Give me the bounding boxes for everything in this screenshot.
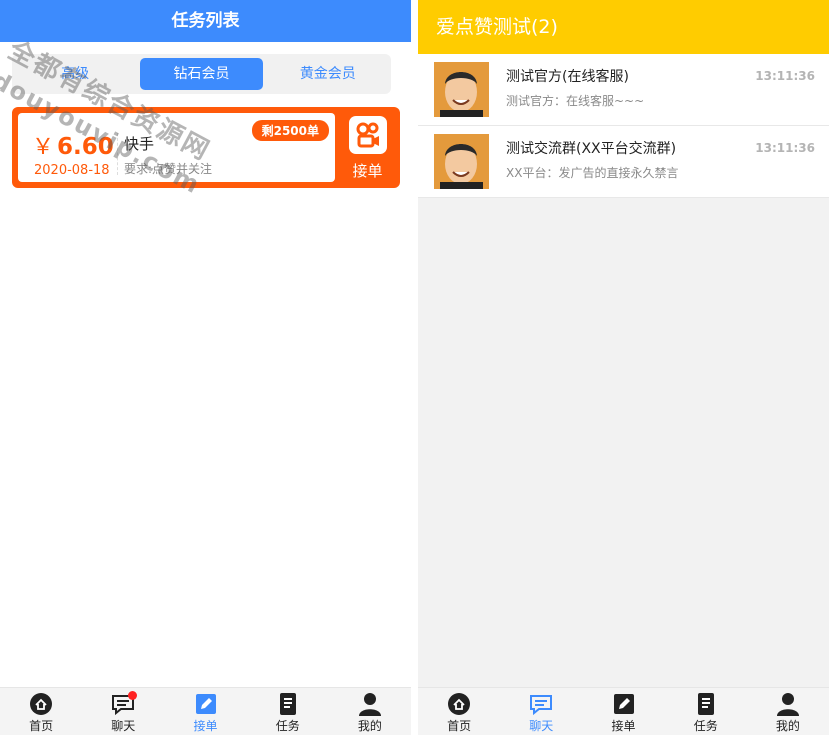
bottom-tab-bar: 首页 聊天 接单 任务 我的 [0,687,411,735]
kuaishou-icon [348,116,387,154]
price-value: 6.60 [57,134,114,160]
user-icon [358,693,381,716]
chat-icon [530,695,553,716]
bottom-tab-bar: 首页 聊天 接单 任务 我的 [418,687,829,735]
chat-item[interactable]: 测试交流群(XX平台交流群) XX平台：发广告的直接永久禁言 13:11:36 [418,126,829,198]
home-icon [30,693,53,715]
task-requirement: 要求:点赞并关注 [124,162,213,176]
tabbar-item-tasks[interactable]: 任务 [665,688,747,735]
tabbar-item-chat[interactable]: 聊天 [500,688,582,735]
edit-icon [613,694,634,714]
avatar [434,134,489,189]
tab-diamond-member[interactable]: 钻石会员 [140,58,263,90]
page-title: 任务列表 [0,0,411,42]
chat-time: 13:11:36 [755,69,815,83]
document-icon [279,693,296,715]
task-info: ￥ 6.60 2020-08-18 快手 要求:点赞并关注 剩2500单 [18,113,335,182]
currency-symbol: ￥ [32,135,55,160]
document-icon [697,693,714,715]
chat-name: 测试交流群(XX平台交流群) [506,141,677,157]
tabbar-item-mine[interactable]: 我的 [329,688,411,735]
tabbar-label-home: 首页 [447,719,472,733]
tabbar-label-tasks: 任务 [275,719,300,733]
edit-icon [195,694,216,714]
user-icon [776,693,799,716]
tabbar-item-chat[interactable]: 聊天 [82,688,164,735]
chat-last-message: 测试官方：在线客服~~~ [506,94,645,108]
tabbar-item-home[interactable]: 首页 [418,688,500,735]
tabbar-label-chat: 聊天 [111,719,136,733]
tabbar-item-tasks[interactable]: 任务 [247,688,329,735]
tabbar-label-mine: 我的 [357,719,382,733]
tabbar-item-home[interactable]: 首页 [0,688,82,735]
tabbar-label-take-order: 接单 [611,719,636,733]
task-platform: 快手 [124,135,155,153]
tab-gold-member[interactable]: 黄金会员 [267,58,389,90]
chat-time: 13:11:36 [755,141,815,155]
unread-dot [128,691,138,700]
avatar [434,62,489,117]
tabbar-label-home: 首页 [29,719,54,733]
tabbar-item-take-order[interactable]: 接单 [164,688,246,735]
task-list-screen: 任务列表 高级 钻石会员 黄金会员 ￥ 6.60 2020-08-18 快手 要求… [0,0,411,735]
tabbar-label-take-order: 接单 [193,719,218,733]
chat-name: 测试官方(在线客服) [506,69,629,85]
take-order-button[interactable]: 接单 [341,113,394,182]
task-price: ￥ 6.60 [32,129,114,161]
remaining-badge: 剩2500单 [251,120,329,141]
chat-list-screen: 爱点赞测试(2) 测试官方(在线客服) 测试官方：在线客服~~~ 13:11:3… [418,0,829,735]
home-icon [448,693,471,715]
task-card[interactable]: ￥ 6.60 2020-08-18 快手 要求:点赞并关注 剩2500单 接单 [12,107,400,188]
tabbar-label-mine: 我的 [775,719,800,733]
chat-list: 测试官方(在线客服) 测试官方：在线客服~~~ 13:11:36 测试交流群(X… [418,54,829,198]
app-stage: 任务列表 高级 钻石会员 黄金会员 ￥ 6.60 2020-08-18 快手 要求… [0,0,829,735]
tabbar-item-take-order[interactable]: 接单 [582,688,664,735]
chat-page-title: 爱点赞测试(2) [418,0,829,54]
divider [117,133,118,175]
tabbar-label-tasks: 任务 [693,719,718,733]
tabbar-item-mine[interactable]: 我的 [747,688,829,735]
take-order-label: 接单 [352,162,383,180]
chat-last-message: XX平台：发广告的直接永久禁言 [506,166,679,180]
chat-item[interactable]: 测试官方(在线客服) 测试官方：在线客服~~~ 13:11:36 [418,54,829,126]
tab-advanced[interactable]: 高级 [14,58,136,90]
tabbar-label-chat: 聊天 [529,719,554,733]
task-date: 2020-08-18 [34,163,110,178]
membership-tabs: 高级 钻石会员 黄金会员 [12,54,391,94]
